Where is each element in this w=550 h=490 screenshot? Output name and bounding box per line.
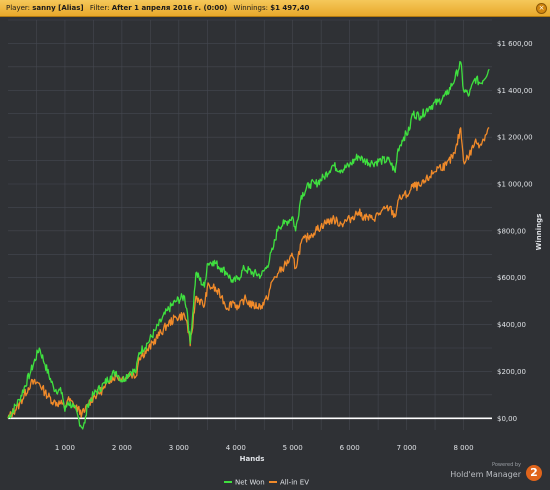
filter-label: Filter: bbox=[89, 4, 110, 12]
x-tick-label: 6 000 bbox=[340, 444, 360, 452]
winnings-value: $1 497,40 bbox=[270, 4, 310, 12]
x-tick-label: 8 000 bbox=[454, 444, 474, 452]
plot-area bbox=[8, 20, 492, 430]
y-tick-label: $600,00 bbox=[497, 274, 526, 282]
close-icon[interactable]: × bbox=[536, 3, 547, 14]
hm2-logo-icon: 2 bbox=[526, 465, 542, 481]
header-bar: Player: sanny [Alias] Filter: After 1 ап… bbox=[0, 0, 550, 17]
y-tick-label: $1 600,00 bbox=[497, 40, 533, 48]
y-tick-label: $400,00 bbox=[497, 321, 526, 329]
x-axis-ticks: 1 000 2 000 3 000 4 000 5 000 6 000 7 000 8 000 bbox=[55, 444, 474, 452]
y-tick-label: $800,00 bbox=[497, 227, 526, 235]
y-tick-label: $1 000,00 bbox=[497, 181, 533, 189]
x-tick-label: 4 000 bbox=[226, 444, 246, 452]
x-tick-label: 7 000 bbox=[397, 444, 417, 452]
y-axis-ticks: $0,00 $200,00 $400,00 $600,00 $800,00 $1 000,… bbox=[497, 40, 533, 423]
brand-footer: Powered by Hold'em Manager 2 bbox=[450, 462, 544, 486]
y-tick-label: $1 400,00 bbox=[497, 87, 533, 95]
x-tick-label: 5 000 bbox=[283, 444, 303, 452]
y-tick-label: $1 200,00 bbox=[497, 134, 533, 142]
y-axis-label: Winnings bbox=[535, 214, 543, 251]
winnings-chart: 1 000 2 000 3 000 4 000 5 000 6 000 7 000 8 000… bbox=[7, 19, 543, 487]
legend-label: Net Won bbox=[235, 479, 265, 487]
x-tick-label: 3 000 bbox=[169, 444, 189, 452]
powered-by-text: Powered by bbox=[492, 462, 521, 468]
x-axis-label: Hands bbox=[240, 455, 265, 463]
x-tick-label: 1 000 bbox=[55, 444, 75, 452]
player-label: Player: bbox=[6, 4, 31, 12]
legend: Net Won All-in EV bbox=[224, 479, 309, 487]
filter-value: After 1 апреля 2016 г. (0:00) bbox=[111, 4, 228, 12]
winnings-label: Winnings: bbox=[233, 4, 268, 12]
player-value: sanny [Alias] bbox=[32, 4, 84, 12]
x-tick-label: 2 000 bbox=[112, 444, 132, 452]
y-tick-label: $200,00 bbox=[497, 368, 526, 376]
y-tick-label: $0,00 bbox=[497, 415, 517, 423]
brand-name: Hold'em Manager bbox=[450, 470, 521, 479]
legend-label: All-in EV bbox=[280, 479, 309, 487]
